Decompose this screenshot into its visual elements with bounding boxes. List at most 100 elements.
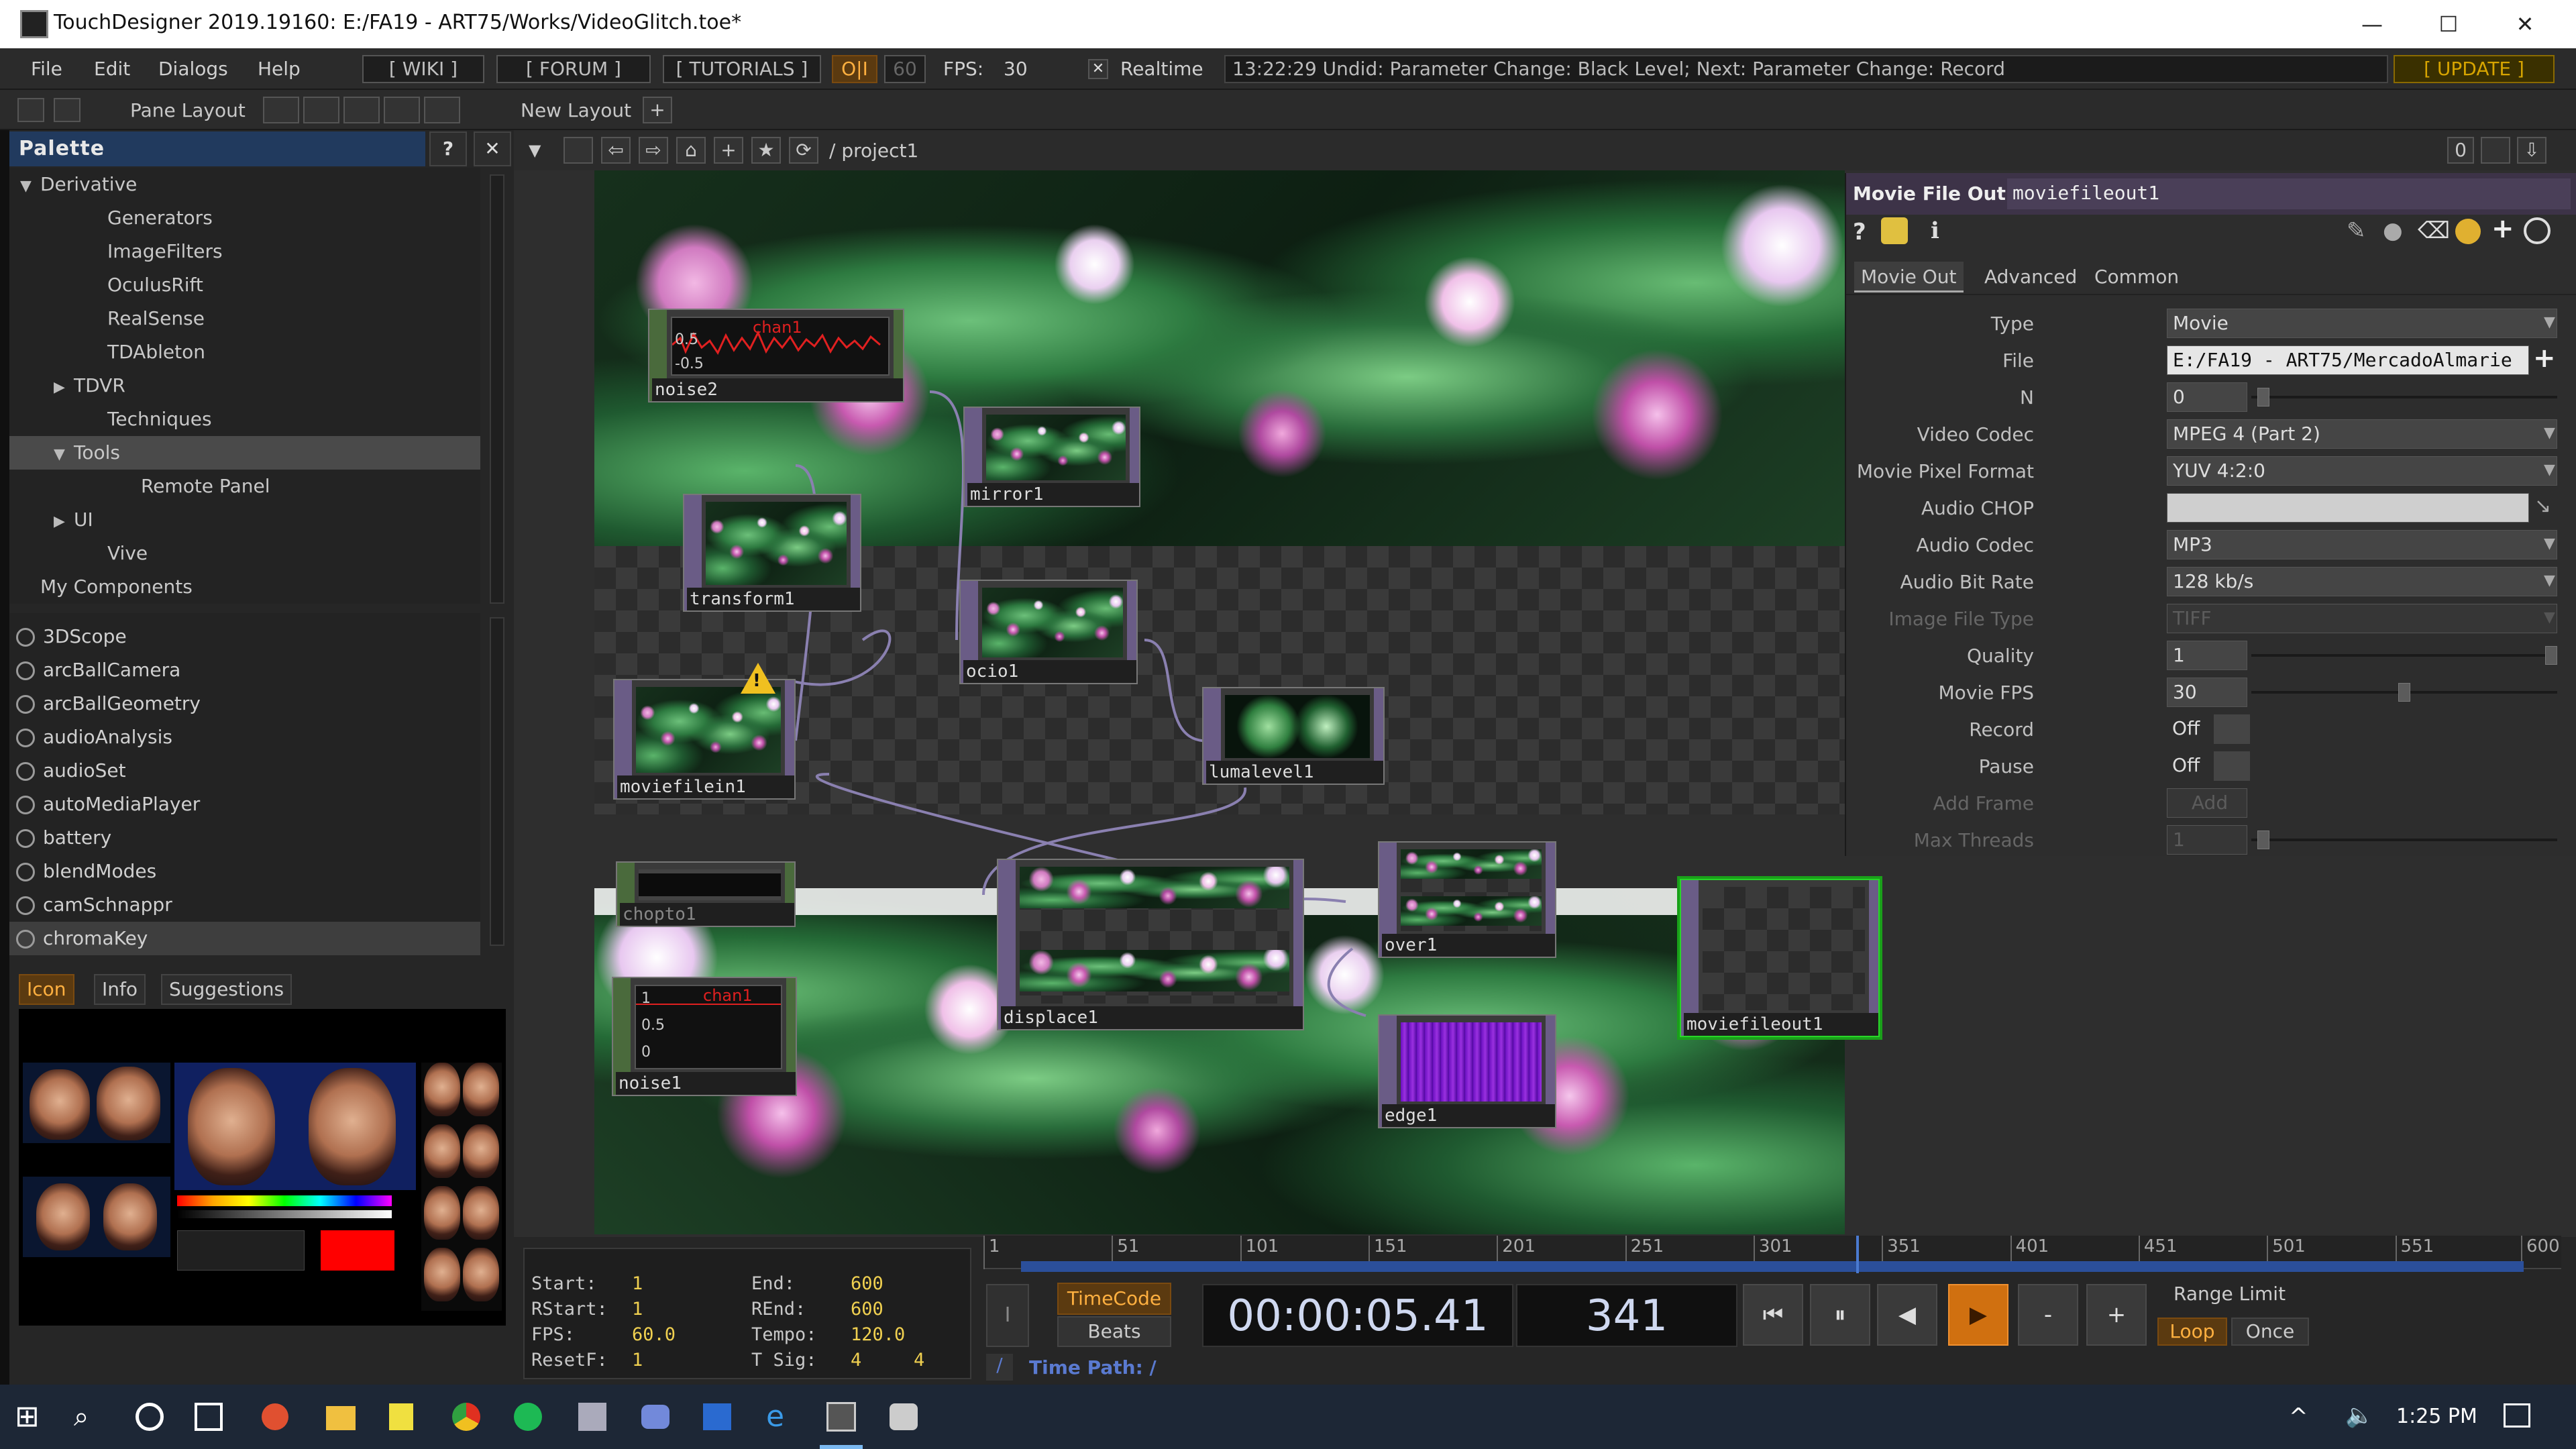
end-value[interactable]: 600 [851, 1273, 883, 1294]
stop-icon[interactable] [564, 137, 593, 164]
new-layout-label[interactable]: New Layout [521, 99, 631, 121]
tutorials-button[interactable]: [ TUTORIALS ] [663, 55, 821, 83]
timeline-playhead[interactable] [1856, 1236, 1859, 1273]
image-icon[interactable] [17, 98, 44, 122]
node-transform1[interactable]: transform1 [683, 494, 861, 612]
oi-toggle[interactable]: O|I [832, 55, 877, 83]
viewer-icon[interactable] [2481, 137, 2510, 164]
layout-four-pane-button[interactable] [424, 97, 460, 123]
forward-icon[interactable]: ⇨ [639, 137, 668, 164]
component-list-item[interactable]: battery [9, 821, 480, 855]
param-help-icon[interactable]: ? [1853, 219, 1866, 246]
component-list-scrollbar[interactable] [490, 617, 504, 946]
update-button[interactable]: [ UPDATE ] [2394, 55, 2555, 83]
timeline-divider-handle[interactable]: I [986, 1284, 1029, 1347]
palette-tree-item[interactable]: Techniques [9, 402, 480, 436]
add-parameter-icon[interactable]: + [2491, 213, 2514, 244]
loop-toggle[interactable]: Loop [2157, 1318, 2227, 1346]
node-chopto1[interactable]: chopto1 [616, 861, 796, 927]
python-icon[interactable] [2455, 219, 2481, 244]
notification-icon[interactable] [2504, 1403, 2530, 1428]
parameter-menu[interactable]: MP3 [2167, 530, 2557, 559]
home-icon[interactable]: ⌂ [676, 137, 706, 164]
rewind-icon[interactable]: ⏮ [1743, 1284, 1803, 1346]
time-path-slash[interactable]: / [986, 1354, 1013, 1381]
layout-split-horizontal-button[interactable] [343, 97, 380, 123]
parameter-slider-track[interactable] [2251, 839, 2557, 841]
pane-menu-icon[interactable]: ▼ [529, 141, 541, 160]
beats-toggle[interactable]: Beats [1057, 1316, 1171, 1347]
volume-icon[interactable]: 🔈 [2345, 1402, 2373, 1429]
parameter-slider-track[interactable] [2251, 654, 2557, 657]
palette-close-button[interactable]: ✕ [474, 131, 511, 166]
palette-tree-item[interactable]: RealSense [9, 302, 480, 335]
fps-value[interactable]: 60.0 [632, 1324, 676, 1345]
step-back-icon[interactable]: ◀ [1877, 1284, 1937, 1346]
chevron-down-icon[interactable]: ▼ [2544, 314, 2555, 331]
palette-tree-item[interactable]: TDAbleton [9, 335, 480, 369]
palette-help-button[interactable]: ? [429, 131, 467, 166]
step-minus-button[interactable]: - [2018, 1284, 2078, 1346]
parameter-slider-knob[interactable] [2398, 683, 2410, 702]
edge-browser-icon[interactable]: e [766, 1402, 794, 1432]
menu-dialogs[interactable]: Dialogs [158, 58, 228, 80]
menu-file[interactable]: File [31, 58, 62, 80]
add-layout-button[interactable]: + [643, 97, 672, 123]
node-displace1[interactable]: displace1 [997, 859, 1304, 1030]
bookmark-star-icon[interactable]: ★ [751, 137, 781, 164]
download-icon[interactable]: ⇩ [2517, 137, 2546, 164]
parameter-toggle-button[interactable] [2214, 714, 2250, 744]
file-path-field[interactable]: E:/FA19 - ART75/MercadoAlmarie [2167, 345, 2529, 375]
tab-movie-out[interactable]: Movie Out [1854, 262, 1964, 292]
export-icon[interactable] [54, 98, 80, 122]
chevron-down-icon[interactable]: ▼ [2544, 535, 2555, 552]
cortana-icon[interactable] [136, 1403, 164, 1431]
palette-tree-scrollbar[interactable] [490, 174, 504, 604]
sticky-notes-icon[interactable] [389, 1403, 413, 1430]
maximize-button[interactable]: ☐ [2411, 5, 2486, 43]
forum-button[interactable]: [ FORUM ] [496, 55, 651, 83]
spotify-icon[interactable] [514, 1403, 542, 1431]
chrome-icon[interactable] [452, 1403, 480, 1431]
palette-tree-item[interactable]: ▼ Derivative [9, 168, 480, 201]
photos-app-icon[interactable] [703, 1403, 731, 1430]
node-lumalevel1[interactable]: lumalevel1 [1202, 687, 1385, 785]
parameter-number-field[interactable]: 1 [2167, 641, 2247, 670]
close-window-button[interactable]: ✕ [2487, 5, 2563, 43]
edit-icon[interactable]: ✎ [2347, 217, 2366, 244]
audio-chop-field[interactable] [2167, 493, 2529, 523]
parameter-slider-knob[interactable] [2257, 388, 2269, 407]
tab-icon[interactable]: Icon [19, 974, 74, 1005]
comment-icon[interactable]: ● [2383, 217, 2403, 244]
once-toggle[interactable]: Once [2231, 1318, 2309, 1346]
collapsed-arrow-icon[interactable]: ▶ [54, 505, 74, 539]
parameter-menu[interactable]: TIFF [2167, 604, 2557, 633]
search-icon[interactable]: ⌕ [74, 1399, 109, 1434]
parameter-slider-knob[interactable] [2545, 646, 2557, 665]
play-icon[interactable]: ▶ [1948, 1284, 2008, 1346]
palette-tree-item[interactable]: Vive [9, 537, 480, 570]
layout-split-vertical-button[interactable] [303, 97, 339, 123]
time-path-label[interactable]: Time Path: / [1029, 1356, 1157, 1379]
palette-tree-item[interactable]: ImageFilters [9, 235, 480, 268]
component-list-item[interactable]: arcBallCamera [9, 653, 480, 687]
recorder-app-icon[interactable] [262, 1403, 288, 1430]
layout-single-button[interactable] [263, 97, 299, 123]
node-edge1[interactable]: edge1 [1378, 1014, 1556, 1128]
tab-advanced[interactable]: Advanced [1978, 262, 2084, 292]
expanded-arrow-icon[interactable]: ▼ [54, 438, 74, 472]
clear-icon[interactable]: ⌫ [2418, 217, 2450, 244]
parameter-menu[interactable]: 128 kb/s [2167, 567, 2557, 596]
touchdesigner-taskbar-icon[interactable] [826, 1402, 856, 1432]
component-list-item[interactable]: blendModes [9, 855, 480, 888]
parameter-number-field[interactable]: 0 [2167, 382, 2247, 412]
parameter-slider-track[interactable] [2251, 396, 2557, 398]
minimize-button[interactable]: — [2334, 5, 2410, 43]
reference-arrow-icon[interactable]: ↘ [2534, 494, 2551, 518]
add-icon[interactable]: + [714, 137, 743, 164]
chevron-up-icon[interactable]: ^ [2289, 1403, 2308, 1430]
palette-tree-item[interactable]: Remote Panel [9, 470, 480, 503]
component-list-item[interactable]: audioAnalysis [9, 720, 480, 754]
palette-tree-item[interactable]: My Components [9, 570, 480, 604]
refresh-icon[interactable]: ⟳ [789, 137, 818, 164]
